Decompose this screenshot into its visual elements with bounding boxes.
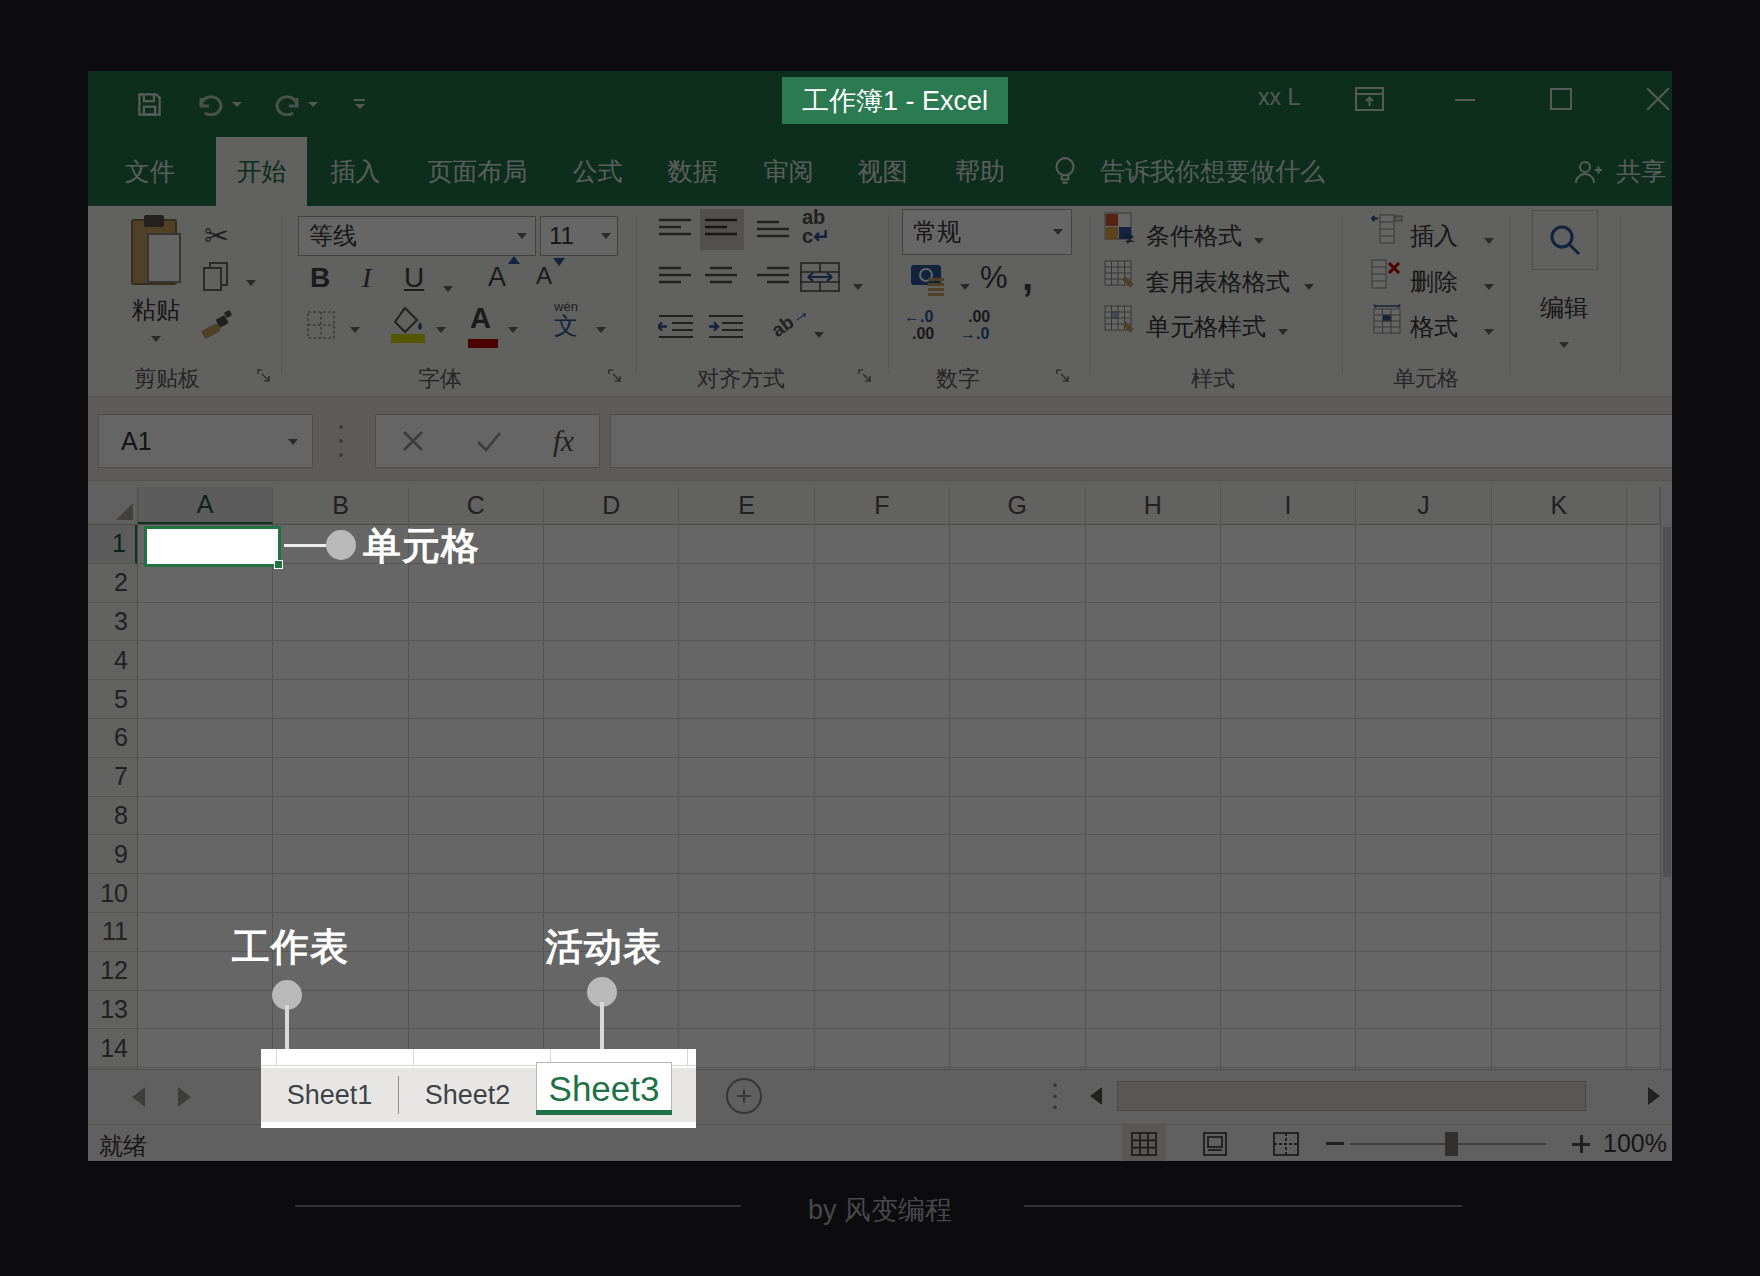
sheet-tab-sheet3[interactable]: Sheet3 [536,1062,672,1115]
dim-overlay [88,71,1672,1161]
excel-window: xx L 文件开始插入页面布局公式数据审阅视图帮助 [88,71,1672,1161]
gridline-fragment [413,1049,414,1066]
gridline-fragment [276,1049,277,1066]
screenshot-stage: xx L 文件开始插入页面布局公式数据审阅视图帮助 [0,0,1760,1276]
title-highlight: 工作簿1 - Excel [782,77,1008,124]
sheet-tab-sheet1[interactable]: Sheet1 [261,1068,398,1122]
window-title: 工作簿1 - Excel [802,83,988,119]
cell-callout-label: 单元格 [363,521,480,572]
fill-handle[interactable] [274,560,283,569]
gridline-fragment [687,1049,688,1066]
sheet-tab-sheet2[interactable]: Sheet2 [399,1068,536,1122]
worksheet-callout-label: 工作表 [232,922,349,973]
cell-callout-line [284,544,328,547]
active-sheet-callout-label: 活动表 [545,922,662,973]
cell-callout-dot [326,530,356,560]
sheet-tabs-highlight: Sheet1Sheet2Sheet3 [261,1049,696,1128]
watermark-text: by 风变编程 [0,1192,1760,1228]
active-sheet-underline [536,1110,672,1115]
active-cell-a1[interactable] [144,526,281,567]
